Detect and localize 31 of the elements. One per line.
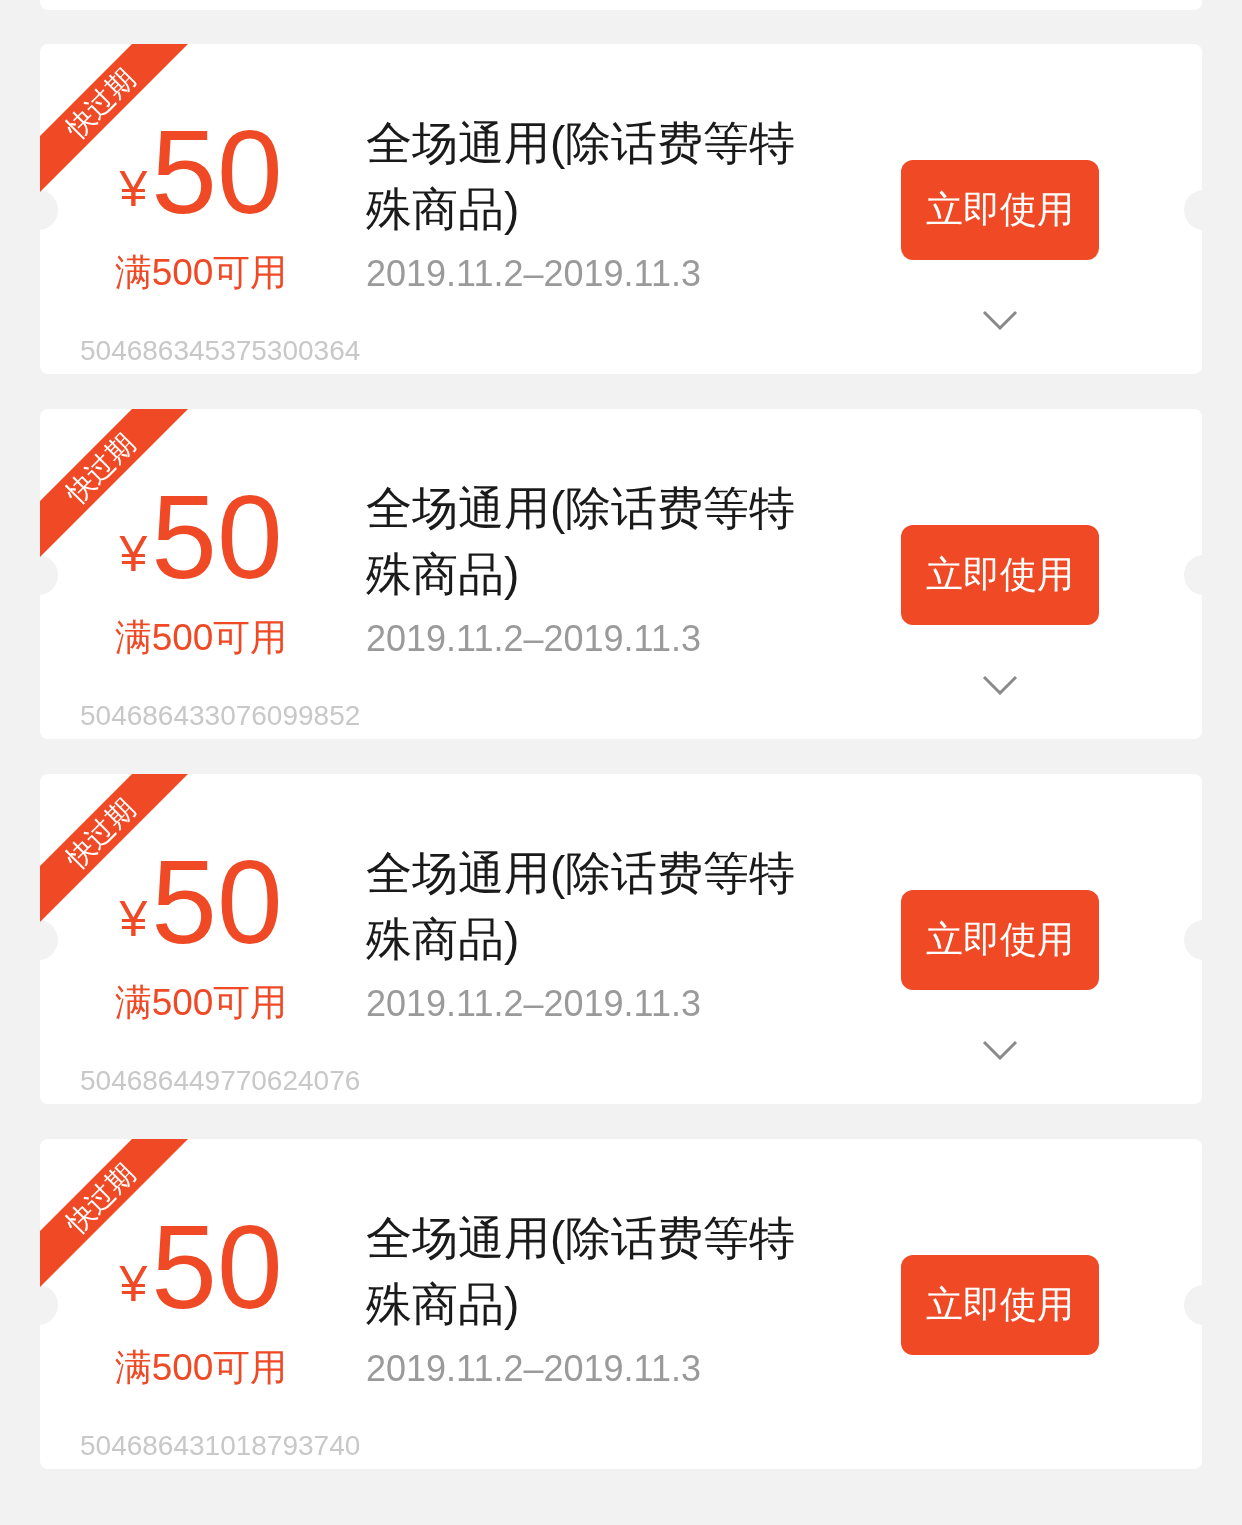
chevron-down-icon[interactable] (982, 310, 1018, 330)
coupon-amount: 50 (151, 122, 283, 222)
expiring-label: 快过期 (59, 427, 143, 512)
min-spend-label: 满500可用 (114, 984, 288, 1021)
coupon-amount: 50 (151, 487, 283, 587)
validity-date: 2019.11.2–2019.11.3 (366, 256, 702, 292)
coupon-title: 全场通用(除话费等特殊商品) (366, 846, 797, 967)
currency-symbol: ¥ (119, 529, 148, 579)
coupon-amount: 50 (151, 1217, 283, 1317)
min-spend-label: 满500可用 (114, 619, 288, 656)
currency-symbol: ¥ (119, 164, 148, 214)
use-now-button[interactable]: 立即使用 (901, 160, 1099, 260)
currency-symbol: ¥ (119, 1259, 148, 1309)
coupon-amount: 50 (151, 852, 283, 952)
coupon-title: 全场通用(除话费等特殊商品) (366, 116, 797, 237)
use-now-button[interactable]: 立即使用 (901, 890, 1099, 990)
expiring-label: 快过期 (59, 1157, 143, 1242)
min-spend-label: 满500可用 (114, 254, 288, 291)
use-now-button[interactable]: 立即使用 (901, 525, 1099, 625)
validity-date: 2019.11.2–2019.11.3 (366, 621, 702, 657)
use-now-button[interactable]: 立即使用 (901, 1255, 1099, 1355)
currency-symbol: ¥ (119, 894, 148, 944)
expiring-label: 快过期 (59, 792, 143, 877)
chevron-down-icon[interactable] (982, 1040, 1018, 1060)
min-spend-label: 满500可用 (114, 1349, 288, 1386)
chevron-down-icon[interactable] (982, 675, 1018, 695)
validity-date: 2019.11.2–2019.11.3 (366, 986, 702, 1022)
coupon-title: 全场通用(除话费等特殊商品) (366, 1211, 797, 1332)
validity-date: 2019.11.2–2019.11.3 (366, 1351, 702, 1387)
coupon-title: 全场通用(除话费等特殊商品) (366, 481, 797, 602)
expiring-label: 快过期 (59, 62, 143, 147)
